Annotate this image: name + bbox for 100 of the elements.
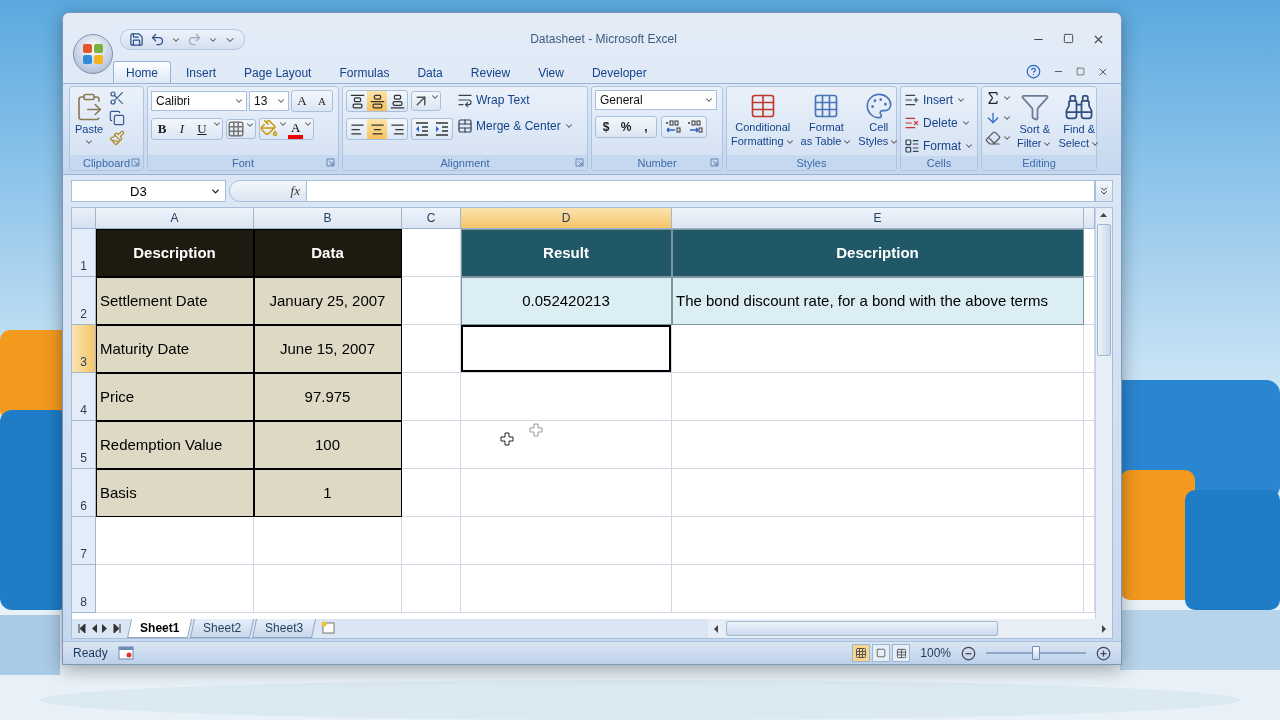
ribbon-tab[interactable]: View xyxy=(525,61,577,83)
fill-down-icon[interactable] xyxy=(985,110,1001,126)
record-macro-icon[interactable] xyxy=(117,646,134,660)
vertical-scrollbar[interactable] xyxy=(1095,208,1112,619)
undo-icon[interactable] xyxy=(150,32,165,47)
bold-button[interactable]: B xyxy=(152,119,172,139)
cells-button[interactable]: Delete xyxy=(904,113,974,133)
last-sheet-icon[interactable] xyxy=(113,624,121,633)
formula-input[interactable] xyxy=(307,180,1095,202)
wrap-text-icon xyxy=(457,92,473,108)
number-format-button[interactable]: $ xyxy=(596,117,616,137)
table-cell: June 15, 2007 xyxy=(254,325,402,373)
row-header[interactable]: 5 xyxy=(72,421,96,469)
merge-center-button[interactable]: Merge & Center xyxy=(457,116,574,136)
restore-icon[interactable] xyxy=(1076,67,1085,76)
scroll-thumb[interactable] xyxy=(726,621,998,636)
column-header[interactable]: E xyxy=(672,208,1084,229)
vertical-align-button[interactable] xyxy=(367,91,387,111)
increase-decimal-icon[interactable] xyxy=(664,119,682,135)
caret-icon xyxy=(960,118,971,128)
paste-button[interactable]: Paste xyxy=(73,90,105,149)
cells-button[interactable]: Insert xyxy=(904,90,974,110)
number-format-field[interactable]: General xyxy=(595,90,717,110)
first-sheet-icon[interactable] xyxy=(78,624,86,633)
next-sheet-icon[interactable] xyxy=(102,624,108,633)
styles-button[interactable]: Cell Styles xyxy=(857,90,901,150)
horizontal-align-button[interactable] xyxy=(367,119,387,139)
styles-button[interactable]: Conditional Formatting xyxy=(730,90,796,150)
column-header[interactable]: B xyxy=(254,208,402,229)
previous-sheet-icon[interactable] xyxy=(91,624,97,633)
insert-function-button[interactable]: fx xyxy=(229,180,307,202)
editing-button[interactable]: Find & Select xyxy=(1057,90,1102,152)
header-cell: Data xyxy=(254,229,402,277)
wrap-text-button[interactable]: Wrap Text xyxy=(457,90,574,110)
eraser-icon[interactable] xyxy=(985,130,1001,146)
number-format-button[interactable]: , xyxy=(636,117,656,137)
row-header[interactable]: 2 xyxy=(72,277,96,325)
page-break-view-button[interactable] xyxy=(892,644,911,662)
grow-font-button[interactable]: A xyxy=(292,91,312,111)
decrease-indent-icon[interactable] xyxy=(414,121,430,137)
zoom-in-icon[interactable] xyxy=(1096,645,1111,661)
sheet-tab[interactable]: Sheet3 xyxy=(252,619,317,638)
cut-icon[interactable] xyxy=(109,90,125,106)
row-header[interactable]: 8 xyxy=(72,565,96,613)
scroll-left-icon[interactable] xyxy=(712,623,720,634)
table-cell: The bond discount rate, for a bond with the above terms xyxy=(672,277,1084,325)
fill-color-icon[interactable] xyxy=(260,119,278,137)
column-header[interactable]: A xyxy=(96,208,254,229)
column-header[interactable]: C xyxy=(402,208,461,229)
font-size-field[interactable]: 13 xyxy=(249,91,289,111)
borders-icon[interactable] xyxy=(227,120,245,138)
expand-formula-button[interactable] xyxy=(1095,180,1113,202)
decrease-decimal-icon[interactable] xyxy=(686,119,704,135)
column-header[interactable]: D xyxy=(461,208,672,229)
copy-icon[interactable] xyxy=(109,110,125,126)
underline-button[interactable]: U xyxy=(192,119,212,139)
cells-button[interactable]: Format xyxy=(904,136,974,156)
table-cell: Settlement Date xyxy=(96,277,254,325)
scroll-thumb[interactable] xyxy=(1097,224,1111,356)
ribbon-tab[interactable]: Page Layout xyxy=(231,61,325,83)
office-button[interactable] xyxy=(73,34,113,74)
align-left-icon xyxy=(349,121,365,137)
group-label: Font xyxy=(232,156,254,169)
format-painter-icon[interactable] xyxy=(109,130,125,146)
scroll-right-icon[interactable] xyxy=(1100,623,1108,634)
row-header[interactable]: 3 xyxy=(72,325,96,373)
autosum-icon[interactable] xyxy=(985,90,1001,106)
ribbon-tab[interactable]: Formulas xyxy=(326,61,403,83)
align-right-icon xyxy=(389,121,405,137)
cross-cursor-icon xyxy=(500,432,514,446)
increase-indent-icon[interactable] xyxy=(434,121,450,137)
office-logo-icon xyxy=(82,43,104,65)
caret-icon xyxy=(212,119,222,129)
ribbon-tab[interactable]: Developer xyxy=(578,61,660,83)
sheet-tab[interactable]: Sheet2 xyxy=(190,619,255,638)
styles-button[interactable]: Format as Table xyxy=(799,90,854,150)
italic-button[interactable]: I xyxy=(172,119,192,139)
editing-button[interactable]: Sort & Filter xyxy=(1016,90,1054,152)
row-header[interactable]: 6 xyxy=(72,469,96,517)
font-name-field[interactable]: Calibri xyxy=(151,91,247,111)
ribbon-tab[interactable]: Data xyxy=(404,61,456,83)
zoom-out-icon[interactable] xyxy=(961,645,976,661)
horizontal-scrollbar[interactable] xyxy=(708,619,1112,638)
row-header[interactable]: 4 xyxy=(72,373,96,421)
ribbon-tab[interactable]: Home xyxy=(113,61,171,83)
help-icon[interactable] xyxy=(1026,64,1041,79)
row-header[interactable]: 7 xyxy=(72,517,96,565)
close-icon[interactable] xyxy=(1092,33,1105,46)
normal-view-button[interactable] xyxy=(852,644,871,662)
shrink-font-button[interactable]: A xyxy=(312,91,332,111)
group-label: Clipboard xyxy=(82,156,131,169)
number-format-button[interactable]: % xyxy=(616,117,636,137)
row-header[interactable]: 1 xyxy=(72,229,96,277)
ribbon-tab[interactable]: Insert xyxy=(173,61,230,83)
ribbon-tab[interactable]: Review xyxy=(457,61,524,83)
sheet-tab[interactable]: Sheet1 xyxy=(127,619,193,638)
name-box[interactable]: D3 xyxy=(71,180,226,202)
maximize-icon[interactable] xyxy=(1063,33,1074,44)
page-layout-view-button[interactable] xyxy=(872,644,891,662)
save-icon[interactable] xyxy=(129,32,144,47)
